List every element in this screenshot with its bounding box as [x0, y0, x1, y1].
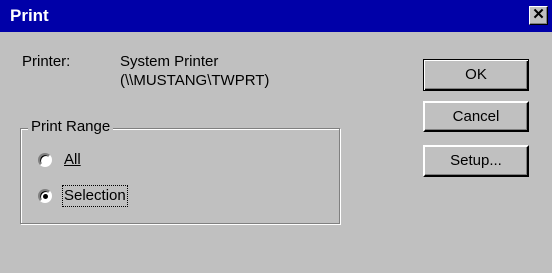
cancel-button[interactable]: Cancel [423, 101, 529, 132]
radio-selected-dot [43, 194, 48, 199]
radio-selection-button[interactable] [38, 189, 52, 203]
close-button[interactable]: ✕ [529, 6, 548, 25]
title-bar[interactable]: Print ✕ [0, 0, 552, 32]
print-range-legend: Print Range [28, 117, 114, 137]
radio-all-label[interactable]: All [64, 151, 81, 169]
dialog-title: Print [10, 6, 49, 25]
radio-all-button[interactable] [38, 153, 52, 167]
setup-button[interactable]: Setup... [423, 145, 529, 177]
printer-name: System Printer [120, 53, 219, 70]
ok-button[interactable]: OK [423, 59, 529, 91]
printer-path: (\\MUSTANG\TWPRT) [120, 72, 270, 89]
radio-selection-label[interactable]: Selection [62, 185, 128, 207]
printer-label: Printer: [22, 53, 71, 70]
close-icon: ✕ [532, 6, 545, 23]
print-range-group [20, 128, 340, 224]
